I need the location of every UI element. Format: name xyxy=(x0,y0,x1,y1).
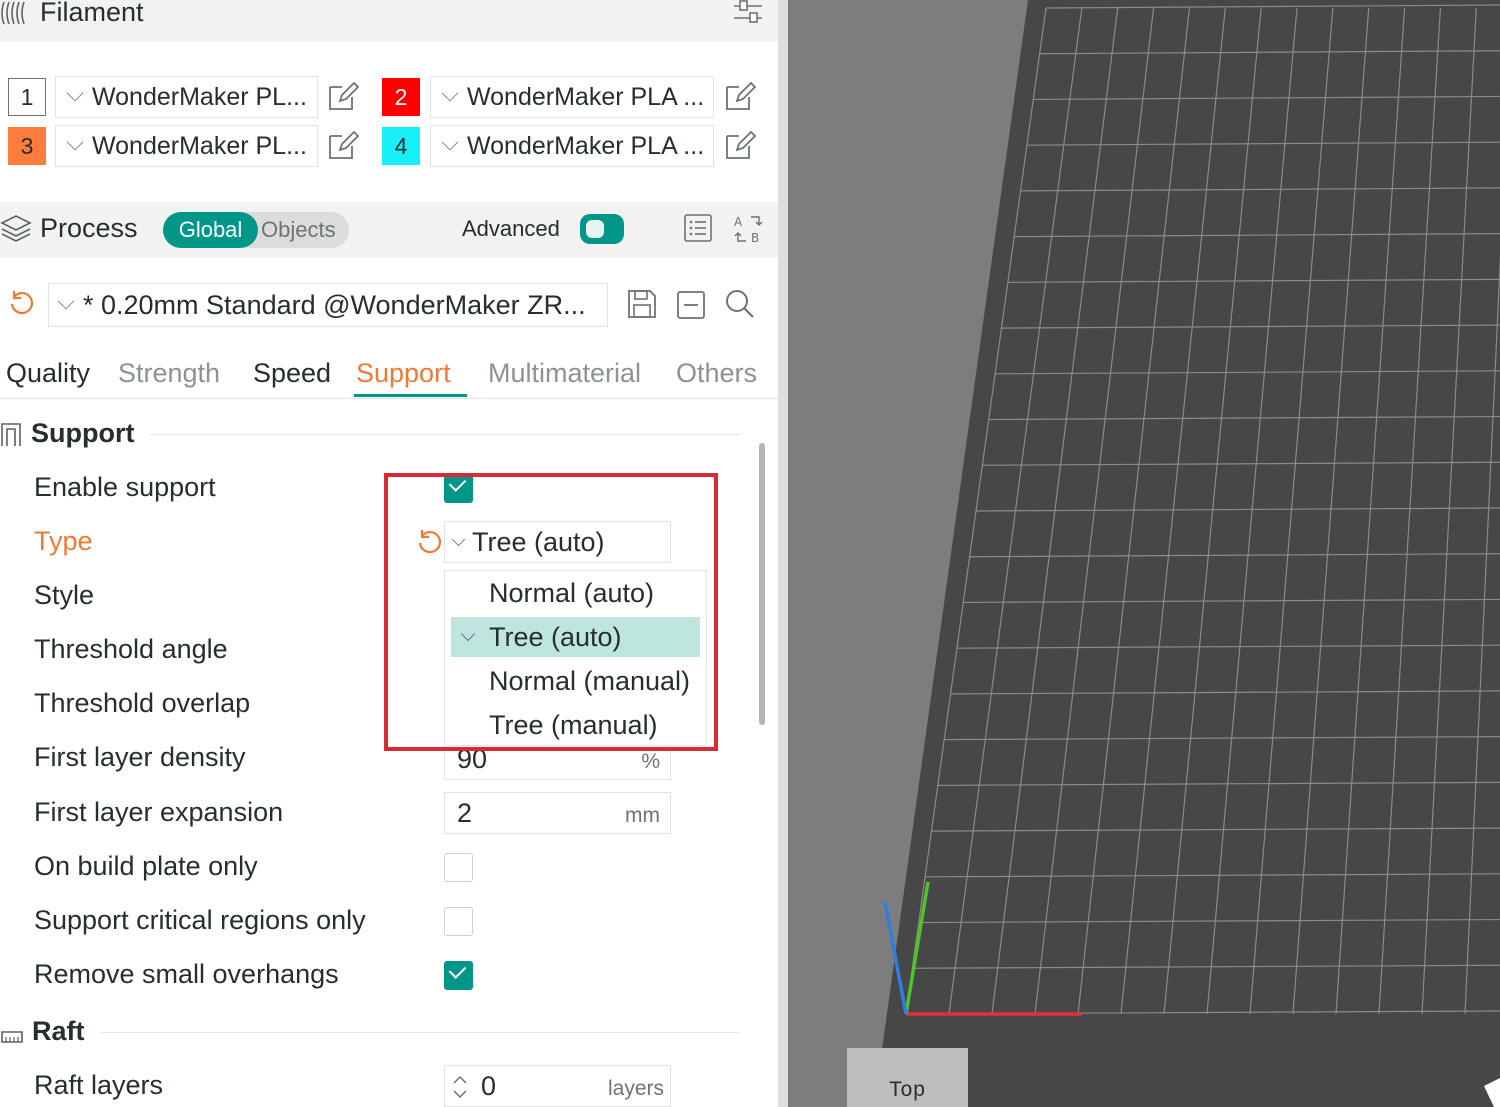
raft-layers-field[interactable]: 0 layers xyxy=(444,1065,671,1107)
3d-viewport[interactable]: Top xyxy=(788,0,1500,1107)
first-layer-density-unit: % xyxy=(641,750,660,773)
remove-small-overhangs-label: Remove small overhangs xyxy=(34,959,339,989)
edit-icon[interactable] xyxy=(723,128,757,162)
support-group-rule xyxy=(150,434,740,435)
tab-divider xyxy=(0,398,778,399)
filament-slot-4-number: 4 xyxy=(382,127,420,165)
filament-slot-3-name: WonderMaker PL... xyxy=(92,131,307,160)
highlight-annotation-box xyxy=(384,473,718,751)
panel-splitter[interactable] xyxy=(778,0,788,1107)
edit-icon[interactable] xyxy=(723,79,757,113)
scope-global-button[interactable]: Global xyxy=(163,212,258,248)
spinner-icon[interactable] xyxy=(451,1072,469,1102)
svg-text:B: B xyxy=(751,231,759,245)
edit-icon[interactable] xyxy=(326,128,360,162)
raft-layers-unit: layers xyxy=(607,1077,664,1100)
raft-layers-label: Raft layers xyxy=(34,1070,164,1100)
on-build-plate-only-checkbox[interactable] xyxy=(444,853,473,882)
enable-support-label: Enable support xyxy=(34,472,216,502)
threshold-angle-label: Threshold angle xyxy=(34,634,228,664)
filament-slot-1-select[interactable]: WonderMaker PL... xyxy=(55,76,318,118)
threshold-overlap-label: Threshold overlap xyxy=(34,688,251,718)
support-icon xyxy=(1,423,21,446)
search-icon[interactable] xyxy=(724,288,756,320)
remove-small-overhangs-checkbox[interactable] xyxy=(444,961,473,990)
advanced-toggle[interactable] xyxy=(580,214,624,244)
raft-group-title: Raft xyxy=(32,1016,85,1046)
filament-slot-2-name: WonderMaker PLA ... xyxy=(467,82,705,111)
filament-slot-1-name: WonderMaker PL... xyxy=(92,82,307,111)
filament-slot-3-number: 3 xyxy=(8,127,46,165)
tab-quality[interactable]: Quality xyxy=(6,358,90,389)
tab-support[interactable]: Support xyxy=(356,358,451,389)
process-preset-select[interactable]: * 0.20mm Standard @WonderMaker ZR... xyxy=(48,283,608,327)
edit-icon[interactable] xyxy=(326,79,360,113)
scope-objects-button[interactable]: Objects xyxy=(261,212,336,248)
first-layer-expansion-label: First layer expansion xyxy=(34,797,284,827)
filament-slot-4-select[interactable]: WonderMaker PLA ... xyxy=(430,125,714,167)
tab-strength[interactable]: Strength xyxy=(118,358,220,389)
support-critical-regions-only-checkbox[interactable] xyxy=(444,907,473,936)
build-plate xyxy=(874,0,1500,1107)
support-critical-regions-only-label: Support critical regions only xyxy=(34,905,366,935)
first-layer-expansion-field[interactable]: 2 mm xyxy=(444,792,671,834)
style-label: Style xyxy=(34,580,95,610)
tab-speed[interactable]: Speed xyxy=(253,358,331,389)
view-top-label[interactable]: Top xyxy=(847,1048,968,1107)
list-icon[interactable] xyxy=(683,213,713,243)
process-preset-name: * 0.20mm Standard @WonderMaker ZR... xyxy=(83,289,586,320)
settings-panel: Filament 1 WonderMaker PL... 2 WonderMak… xyxy=(0,0,778,1107)
reset-icon[interactable] xyxy=(8,289,36,317)
type-label: Type xyxy=(34,526,93,556)
filament-slot-2-number: 2 xyxy=(382,78,420,116)
settings-scrollbar[interactable] xyxy=(759,443,765,725)
first-layer-expansion-value: 2 xyxy=(457,798,473,828)
layers-icon xyxy=(0,215,32,242)
filament-settings-icon[interactable] xyxy=(732,0,764,28)
raft-icon xyxy=(1,1031,23,1043)
filament-slot-1-number: 1 xyxy=(8,78,46,116)
filament-slot-4-name: WonderMaker PLA ... xyxy=(467,131,705,160)
svg-text:A: A xyxy=(734,215,743,229)
tab-multimaterial[interactable]: Multimaterial xyxy=(488,358,641,389)
remove-preset-icon[interactable] xyxy=(676,290,706,320)
on-build-plate-only-label: On build plate only xyxy=(34,851,258,881)
first-layer-density-label: First layer density xyxy=(34,742,246,772)
filament-icon xyxy=(1,1,25,25)
support-group-title: Support xyxy=(31,418,135,448)
tab-others[interactable]: Others xyxy=(676,358,757,389)
process-title: Process xyxy=(40,213,138,243)
filament-slot-2-select[interactable]: WonderMaker PLA ... xyxy=(430,76,714,118)
filament-title: Filament xyxy=(40,0,144,27)
compare-icon[interactable]: A B xyxy=(733,213,765,245)
active-tab-indicator xyxy=(354,394,467,397)
raft-layers-value: 0 xyxy=(481,1071,497,1101)
save-icon[interactable] xyxy=(626,288,658,320)
filament-slot-3-select[interactable]: WonderMaker PL... xyxy=(55,125,318,167)
first-layer-expansion-unit: mm xyxy=(625,804,660,827)
raft-group-rule xyxy=(100,1032,740,1033)
advanced-label: Advanced xyxy=(462,216,560,241)
scope-switch[interactable]: Global Objects xyxy=(163,212,349,248)
